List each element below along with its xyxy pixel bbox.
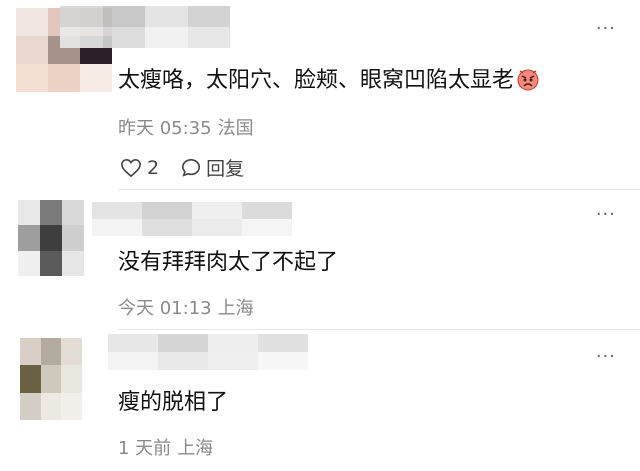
username-blurred[interactable] <box>92 202 292 236</box>
avatar-pixel <box>61 365 82 393</box>
avatar-pixel <box>40 200 62 226</box>
avatar-pixel <box>40 225 62 251</box>
comment-item: ··· 瘦的脱相了 1 天前 上海 <box>0 330 640 471</box>
username-blurred[interactable] <box>108 334 308 370</box>
username-pixel <box>158 352 208 370</box>
avatar[interactable] <box>18 200 84 276</box>
avatar-pixel <box>61 392 82 420</box>
username-pixel <box>242 219 292 236</box>
avatar-pixel <box>40 338 62 366</box>
comment-text-content: 太瘦咯，太阳穴、脸颊、眼窝凹陷太显老 <box>118 68 515 93</box>
avatar-pixel <box>40 250 62 276</box>
username-pixel <box>92 202 142 219</box>
comment-text: 瘦的脱相了 <box>118 390 229 415</box>
more-options-button[interactable]: ··· <box>596 18 616 39</box>
comment-meta: 昨天 05:35 法国 <box>118 114 260 140</box>
location: 法国 <box>217 118 254 139</box>
comment-item: ··· 没有拜拜肉太了不起了 今天 01:13 上海 <box>0 190 640 330</box>
more-options-button[interactable]: ··· <box>596 204 616 225</box>
username-pixel <box>60 6 103 27</box>
username-blurred[interactable] <box>60 6 230 48</box>
location: 上海 <box>217 298 254 319</box>
comment-meta: 今天 01:13 上海 <box>118 294 260 320</box>
timestamp: 昨天 05:35 <box>118 118 212 139</box>
username-pixel <box>92 219 142 236</box>
comment-text: 太瘦咯，太阳穴、脸颊、眼窝凹陷太显老 <box>118 62 540 97</box>
avatar-pixel <box>80 64 112 92</box>
reply-button[interactable]: 回复 <box>181 154 244 181</box>
timestamp: 今天 01:13 <box>118 298 212 319</box>
avatar-pixel <box>18 250 40 276</box>
username-pixel <box>102 27 145 48</box>
avatar-pixel <box>16 8 48 36</box>
username-pixel <box>187 27 230 48</box>
username-pixel <box>187 6 230 27</box>
angry-face-emoji-icon <box>516 67 540 97</box>
avatar-pixel <box>40 392 62 420</box>
heart-icon <box>121 158 141 177</box>
username-pixel <box>108 334 158 352</box>
username-pixel <box>108 352 158 370</box>
comment-item: ··· 太瘦咯，太阳穴、脸颊、眼窝凹陷太显老 昨天 05:35 法国 2 回复 <box>0 0 640 190</box>
username-pixel <box>142 202 192 219</box>
timestamp: 1 天前 <box>118 438 172 459</box>
username-pixel <box>60 27 103 48</box>
username-pixel <box>158 334 208 352</box>
avatar-pixel <box>20 392 41 420</box>
avatar[interactable] <box>20 338 82 420</box>
avatar-pixel <box>62 225 84 251</box>
avatar-pixel <box>61 338 82 366</box>
comment-bubble-icon <box>182 158 201 177</box>
reply-label: 回复 <box>206 158 245 180</box>
avatar-pixel <box>16 36 48 64</box>
avatar-pixel <box>20 338 41 366</box>
username-pixel <box>102 6 145 27</box>
username-pixel <box>208 352 258 370</box>
avatar-pixel <box>20 365 41 393</box>
avatar-pixel <box>48 64 80 92</box>
comment-meta: 1 天前 上海 <box>118 434 219 460</box>
avatar-pixel <box>18 200 40 226</box>
location: 上海 <box>177 438 214 459</box>
username-pixel <box>145 6 188 27</box>
username-pixel <box>258 334 308 352</box>
username-pixel <box>208 334 258 352</box>
like-count: 2 <box>147 156 160 179</box>
more-options-button[interactable]: ··· <box>596 346 616 367</box>
username-pixel <box>242 202 292 219</box>
avatar-pixel <box>18 225 40 251</box>
avatar-pixel <box>62 200 84 226</box>
avatar-pixel <box>40 365 62 393</box>
comment-text: 没有拜拜肉太了不起了 <box>118 250 339 275</box>
avatar-pixel <box>62 250 84 276</box>
comment-actions: 2 回复 <box>120 154 266 181</box>
username-pixel <box>258 352 308 370</box>
username-pixel <box>192 219 242 236</box>
username-pixel <box>192 202 242 219</box>
like-button[interactable]: 2 <box>120 157 159 179</box>
username-pixel <box>145 27 188 48</box>
avatar-pixel <box>16 64 48 92</box>
username-pixel <box>142 219 192 236</box>
